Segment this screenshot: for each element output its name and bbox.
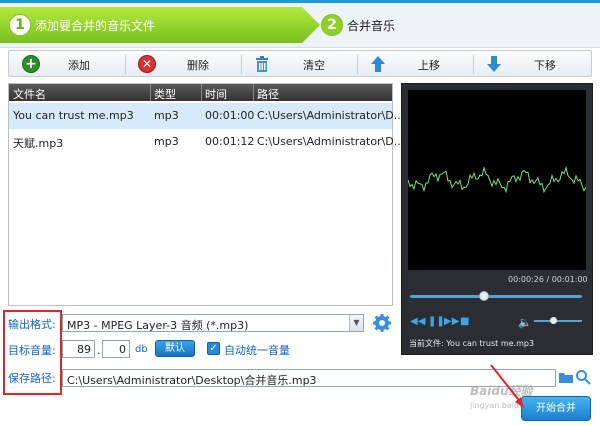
annotation-arrow xyxy=(490,364,524,408)
output-format-select[interactable]: MP3 - MPEG Layer-3 音频 (*.mp3) ▼ xyxy=(62,314,364,332)
trash-icon[interactable] xyxy=(253,55,271,73)
row-file-name: 天赋.mp3 xyxy=(13,137,64,150)
search-icon[interactable] xyxy=(575,369,591,385)
step-1-label: 添加要合并的音乐文件 xyxy=(35,19,156,33)
output-format-label: 输出格式: xyxy=(8,318,56,331)
arrow-up-icon[interactable] xyxy=(369,55,387,73)
step-2-number[interactable]: 2 xyxy=(321,14,343,36)
file-list-header: 文件名 类型 时间 路径 xyxy=(9,84,392,101)
auto-volume-label[interactable]: 自动统一音量 xyxy=(224,342,290,358)
volume-integer-input[interactable]: 89 xyxy=(62,340,95,358)
pause-icon[interactable]: ❚❚ xyxy=(428,316,445,327)
clear-button[interactable]: 清空 xyxy=(303,57,325,73)
column-header-name[interactable]: 文件名 xyxy=(13,86,46,102)
column-header-time[interactable]: 时间 xyxy=(205,86,227,102)
table-row[interactable]: 天赋.mp3 mp3 00:01:12 C:\Users\Administrat… xyxy=(9,129,404,155)
add-button[interactable]: 添加 xyxy=(68,57,90,73)
row-file-name: You can trust me.mp3 xyxy=(13,109,134,122)
forward-icon[interactable]: ▶▶ xyxy=(444,316,459,327)
volume-icon[interactable]: 🔈 xyxy=(518,316,532,329)
volume-handle[interactable] xyxy=(550,317,558,324)
output-format-value: MP3 - MPEG Layer-3 音频 (*.mp3) xyxy=(67,319,249,332)
delete-icon[interactable]: ✕ xyxy=(138,55,156,73)
auto-volume-checkbox[interactable]: ✓ xyxy=(207,342,220,355)
move-up-button[interactable]: 上移 xyxy=(418,57,440,73)
target-volume-label: 目标音量: xyxy=(8,344,56,357)
row-file-path: C:\Users\Administrator\D... xyxy=(257,135,405,148)
column-header-type[interactable]: 类型 xyxy=(154,86,176,102)
save-path-label: 保存路径: xyxy=(8,372,56,385)
seek-bar[interactable] xyxy=(410,291,582,301)
column-divider[interactable] xyxy=(201,84,202,101)
toolbar-divider xyxy=(125,55,126,74)
audio-player: 00:00:26 / 00:01:00 ◀◀ ❚❚ ▶▶ ■ 🔈 当前文件: Y… xyxy=(401,83,593,355)
step-1-tab[interactable]: 1 添加要合并的音乐文件 xyxy=(0,7,320,43)
delete-button[interactable]: 删除 xyxy=(187,57,209,73)
gear-icon[interactable] xyxy=(372,313,392,333)
row-file-type: mp3 xyxy=(154,109,179,122)
step-1-number: 1 xyxy=(9,14,31,36)
start-merge-button[interactable]: 开始合并 xyxy=(521,396,591,421)
toolbar-divider xyxy=(241,55,242,74)
column-header-path[interactable]: 路径 xyxy=(257,86,279,102)
volume-slider[interactable] xyxy=(534,317,582,324)
column-divider[interactable] xyxy=(150,84,151,101)
top-accent-line xyxy=(0,0,600,3)
waveform-display xyxy=(408,90,586,270)
move-down-button[interactable]: 下移 xyxy=(534,57,556,73)
default-button[interactable]: 默认 xyxy=(155,340,195,357)
volume-unit: db xyxy=(135,344,148,355)
table-row[interactable]: You can trust me.mp3 mp3 00:01:00 C:\Use… xyxy=(9,103,404,129)
step-2-label[interactable]: 合并音乐 xyxy=(347,17,395,34)
decimal-point: . xyxy=(97,344,101,357)
playback-time: 00:00:26 / 00:01:00 xyxy=(508,275,588,284)
stop-icon[interactable]: ■ xyxy=(460,316,469,327)
add-icon[interactable]: + xyxy=(22,55,40,73)
column-divider[interactable] xyxy=(253,84,254,101)
arrow-down-icon[interactable] xyxy=(485,55,503,73)
row-file-time: 00:01:12 xyxy=(205,135,255,148)
row-file-type: mp3 xyxy=(154,135,179,148)
toolbar: + 添加 ✕ 删除 清空 上移 下移 xyxy=(8,50,592,77)
current-file-label: 当前文件: You can trust me.mp3 xyxy=(409,339,535,348)
chevron-down-icon[interactable]: ▼ xyxy=(349,315,363,331)
file-list[interactable]: 文件名 类型 时间 路径 You can trust me.mp3 mp3 00… xyxy=(8,83,404,306)
volume-decimal-input[interactable]: 0 xyxy=(102,340,130,358)
row-file-path: C:\Users\Administrator\D... xyxy=(257,109,405,122)
toolbar-divider xyxy=(357,55,358,74)
seek-handle[interactable] xyxy=(478,291,489,301)
folder-icon[interactable] xyxy=(558,369,574,385)
rewind-icon[interactable]: ◀◀ xyxy=(410,316,425,327)
row-file-time: 00:01:00 xyxy=(205,109,255,122)
toolbar-divider xyxy=(473,55,474,74)
save-path-value: C:\Users\Administrator\Desktop\合并音乐.mp3 xyxy=(67,374,317,387)
